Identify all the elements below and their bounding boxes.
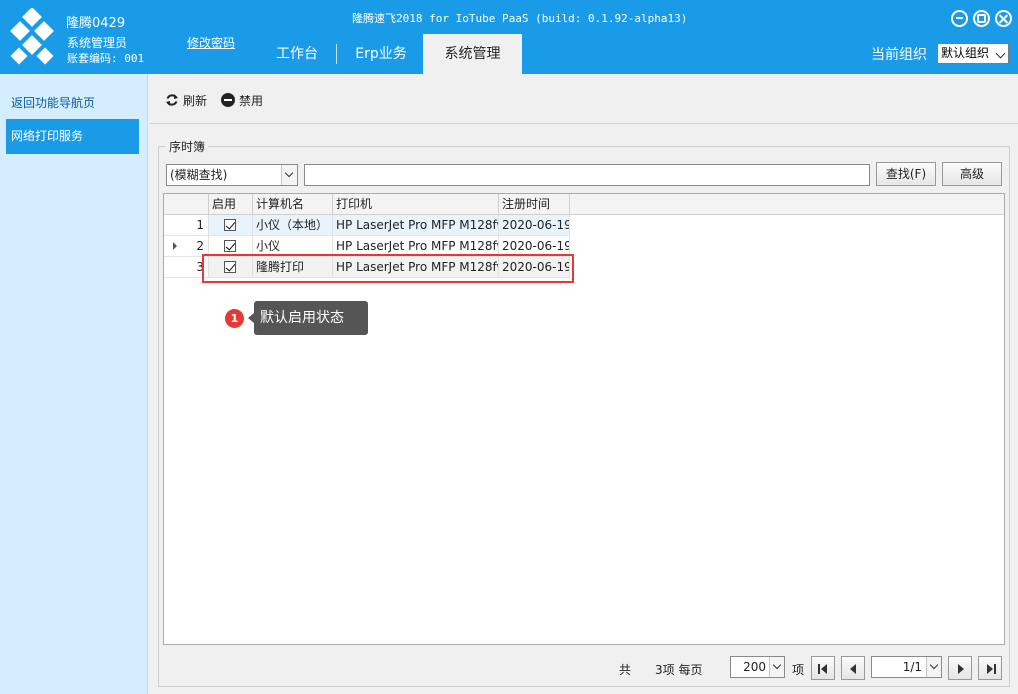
- change-password-link[interactable]: 修改密码: [187, 34, 235, 51]
- pager-total-label: 共: [619, 663, 632, 677]
- callout-number: 1: [225, 309, 244, 328]
- account-code: 账套编码: 001: [67, 52, 145, 65]
- row-number: 1: [164, 215, 209, 236]
- prev-page-button[interactable]: [841, 656, 865, 680]
- disable-button[interactable]: 禁用: [221, 91, 263, 109]
- table-cell-printer[interactable]: HP LaserJet Pro MFP M128fw: [333, 215, 499, 236]
- column-header-enabled[interactable]: 启用: [209, 194, 253, 215]
- org-select[interactable]: 默认组织: [937, 43, 1009, 64]
- column-header-computer[interactable]: 计算机名: [253, 194, 333, 215]
- back-to-nav-link[interactable]: 返回功能导航页: [11, 94, 95, 111]
- chevron-down-icon: [995, 48, 1006, 59]
- page-indicator-select[interactable]: 1/1: [871, 656, 942, 678]
- company-name: 隆腾0429: [66, 16, 126, 31]
- table-cell-enabled[interactable]: [209, 215, 253, 236]
- current-org-label: 当前组织: [871, 47, 927, 63]
- enabled-checkbox[interactable]: [224, 240, 236, 252]
- last-page-button[interactable]: [978, 656, 1002, 680]
- refresh-label: 刷新: [183, 93, 208, 108]
- search-mode-value: (模糊查找): [170, 168, 228, 182]
- page-size-select[interactable]: 200: [730, 656, 785, 678]
- minimize-icon[interactable]: [951, 10, 968, 27]
- sidebar: 返回功能导航页 网络打印服务: [0, 74, 148, 694]
- column-header-printer[interactable]: 打印机: [333, 194, 499, 215]
- search-mode-select[interactable]: (模糊查找): [166, 164, 298, 186]
- advanced-button[interactable]: 高级: [942, 162, 1002, 186]
- search-input[interactable]: [304, 164, 870, 186]
- pager-unit-label: 项: [792, 663, 805, 677]
- page-indicator-value: 1/1: [902, 660, 922, 674]
- disable-icon: [221, 93, 235, 107]
- table-cell-registered[interactable]: 2020-06-19: [499, 215, 570, 236]
- org-select-value: 默认组织: [941, 46, 990, 60]
- first-page-button[interactable]: [811, 656, 835, 680]
- pager-count-label: 3项 每页: [655, 663, 703, 677]
- last-page-icon: [987, 664, 993, 674]
- app-logo: [10, 8, 54, 65]
- toolbar-divider: [150, 123, 1018, 124]
- close-icon[interactable]: [995, 10, 1012, 27]
- chevron-down-icon: [769, 657, 784, 677]
- tab-separator: [336, 44, 337, 64]
- refresh-button[interactable]: 刷新: [165, 91, 207, 109]
- column-header-filler: [570, 194, 1004, 215]
- maximize-icon[interactable]: [973, 10, 990, 27]
- tab-erp-business[interactable]: Erp业务: [345, 34, 417, 74]
- chevron-down-icon: [926, 657, 941, 677]
- disable-label: 禁用: [239, 93, 264, 108]
- highlight-box: [202, 254, 574, 283]
- column-header-registered[interactable]: 注册时间: [499, 194, 570, 215]
- panel-title: 序时簿: [166, 138, 209, 155]
- user-role: 系统管理员: [67, 36, 128, 50]
- enabled-checkbox[interactable]: [224, 219, 236, 231]
- prev-page-icon: [850, 664, 856, 674]
- tab-workbench[interactable]: 工作台: [262, 34, 332, 74]
- table-cell-computer[interactable]: 小仪（本地）: [253, 215, 333, 236]
- row-header-corner: [164, 194, 209, 215]
- page-size-value: 200: [743, 660, 766, 674]
- find-button[interactable]: 查找(F): [876, 162, 936, 186]
- next-page-button[interactable]: [948, 656, 972, 680]
- next-page-icon: [958, 664, 964, 674]
- callout-tooltip: 默认启用状态: [248, 301, 368, 335]
- first-page-icon: [818, 664, 820, 674]
- chevron-down-icon: [281, 165, 297, 185]
- app-title: 隆腾速飞2018 for IoTube PaaS (build: 0.1.92-…: [352, 12, 688, 25]
- sidebar-item-network-print[interactable]: 网络打印服务: [6, 119, 139, 154]
- tab-system-management[interactable]: 系统管理: [423, 34, 522, 74]
- title-bar: 隆腾0429 系统管理员 账套编码: 001 修改密码 隆腾速飞2018 for…: [0, 0, 1018, 74]
- refresh-icon: [166, 94, 178, 106]
